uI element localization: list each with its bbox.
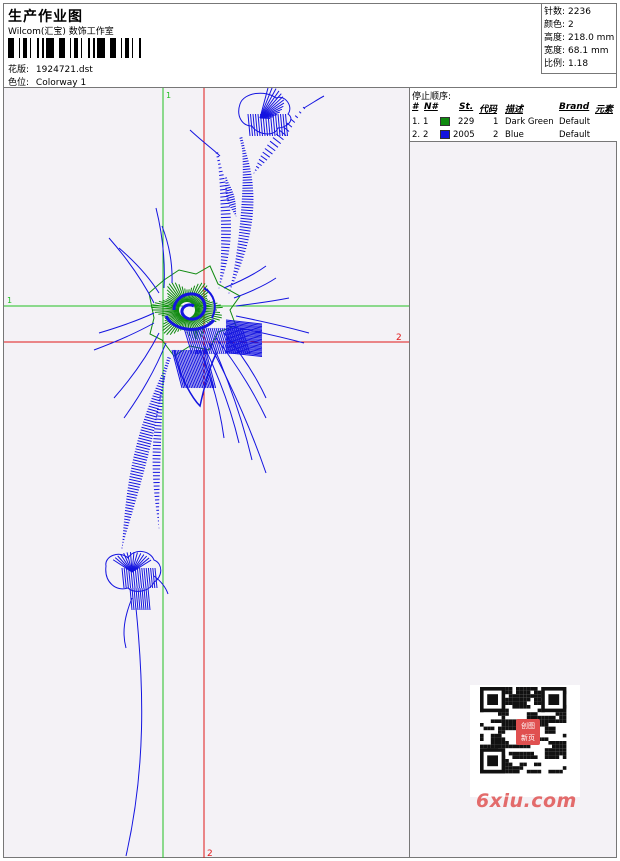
row-needle: 1 [423, 117, 429, 127]
stop-sequence-title: 停止顺序: [412, 92, 452, 102]
embroidery-preview: 1 1 2 2 [4, 88, 409, 858]
seal-text-top: 创图 [521, 722, 535, 730]
col-num: # [412, 102, 419, 112]
guide-label-red-right: 2 [396, 333, 402, 343]
page-title: 生产作业图 [8, 9, 83, 25]
design-file-line: 花版: 1924721.dst [8, 62, 93, 75]
col-stitches: St. [459, 102, 474, 112]
embroidery-design [93, 88, 325, 857]
stat-value: 1.18 [568, 59, 589, 69]
row-desc: Blue [505, 130, 524, 140]
watermark-logo: 6xiu.com [476, 790, 577, 812]
row-desc: Dark Green [505, 117, 554, 127]
stat-label: 高度: [544, 33, 566, 43]
colorway-line: 色位: Colorway 1 [8, 75, 86, 88]
design-stats: 针数: 2236 颜色: 2 高度: 218.0 mm 宽度: 68.1 mm 比例: 1… [541, 4, 616, 74]
design-canvas[interactable]: 1 1 2 2 [4, 88, 409, 858]
row-code: 1 [493, 117, 499, 127]
col-element: 元素 [595, 105, 614, 115]
colorway-value: Colorway 1 [35, 78, 87, 88]
stat-colors: 颜色: 2 [544, 19, 616, 32]
row-stitches: 229 [458, 117, 475, 127]
col-desc: 描述 [505, 105, 524, 115]
col-code: 代码 [479, 105, 498, 115]
company-name: Wilcom(汇宝) 数饰工作室 [8, 27, 114, 37]
guide-label-green-top: 1 [166, 91, 171, 100]
col-needle: N# [424, 102, 438, 112]
stat-value: 2 [568, 20, 574, 30]
row-index: 1. [412, 117, 421, 127]
color-swatch [440, 129, 450, 142]
seal-stamp: 创图 新页 [516, 719, 540, 745]
table-row[interactable]: 1. 1 229 1 Dark Green Default [410, 116, 617, 129]
stat-label: 比例: [544, 59, 566, 69]
guide-label-red-bottom: 2 [207, 849, 213, 858]
colorway-label: 色位: [8, 78, 30, 88]
stat-stitches: 针数: 2236 [544, 6, 616, 19]
seal-text-bottom: 新页 [521, 734, 535, 742]
row-code: 2 [493, 130, 499, 140]
row-brand: Default [559, 130, 591, 140]
sheet-header: 生产作业图 Wilcom(汇宝) 数饰工作室 花版: 1924721.dst 色… [4, 4, 616, 88]
stat-label: 针数: [544, 7, 566, 17]
design-file-value: 1924721.dst [35, 65, 93, 75]
col-brand: Brand [559, 102, 590, 112]
stat-label: 宽度: [544, 46, 566, 56]
guide-label-green-left: 1 [7, 296, 12, 305]
row-stitches: 2005 [453, 130, 475, 140]
design-file-label: 花版: [8, 65, 30, 75]
color-swatch [440, 116, 450, 129]
stat-scale: 比例: 1.18 [544, 58, 616, 71]
row-brand: Default [559, 117, 591, 127]
stat-value: 2236 [568, 7, 591, 17]
stat-width: 宽度: 68.1 mm [544, 45, 616, 58]
stop-sequence-table: 停止顺序: # N# St. 代码 描述 Brand 元素 1. 1 229 1… [410, 88, 617, 142]
stat-value: 218.0 mm [568, 33, 615, 43]
stat-height: 高度: 218.0 mm [544, 32, 616, 45]
barcode [8, 38, 141, 58]
table-row[interactable]: 2. 2 2005 2 Blue Default [410, 129, 617, 142]
row-index: 2. [412, 130, 421, 140]
stat-label: 颜色: [544, 20, 566, 30]
row-needle: 2 [423, 130, 429, 140]
stat-value: 68.1 mm [568, 46, 609, 56]
